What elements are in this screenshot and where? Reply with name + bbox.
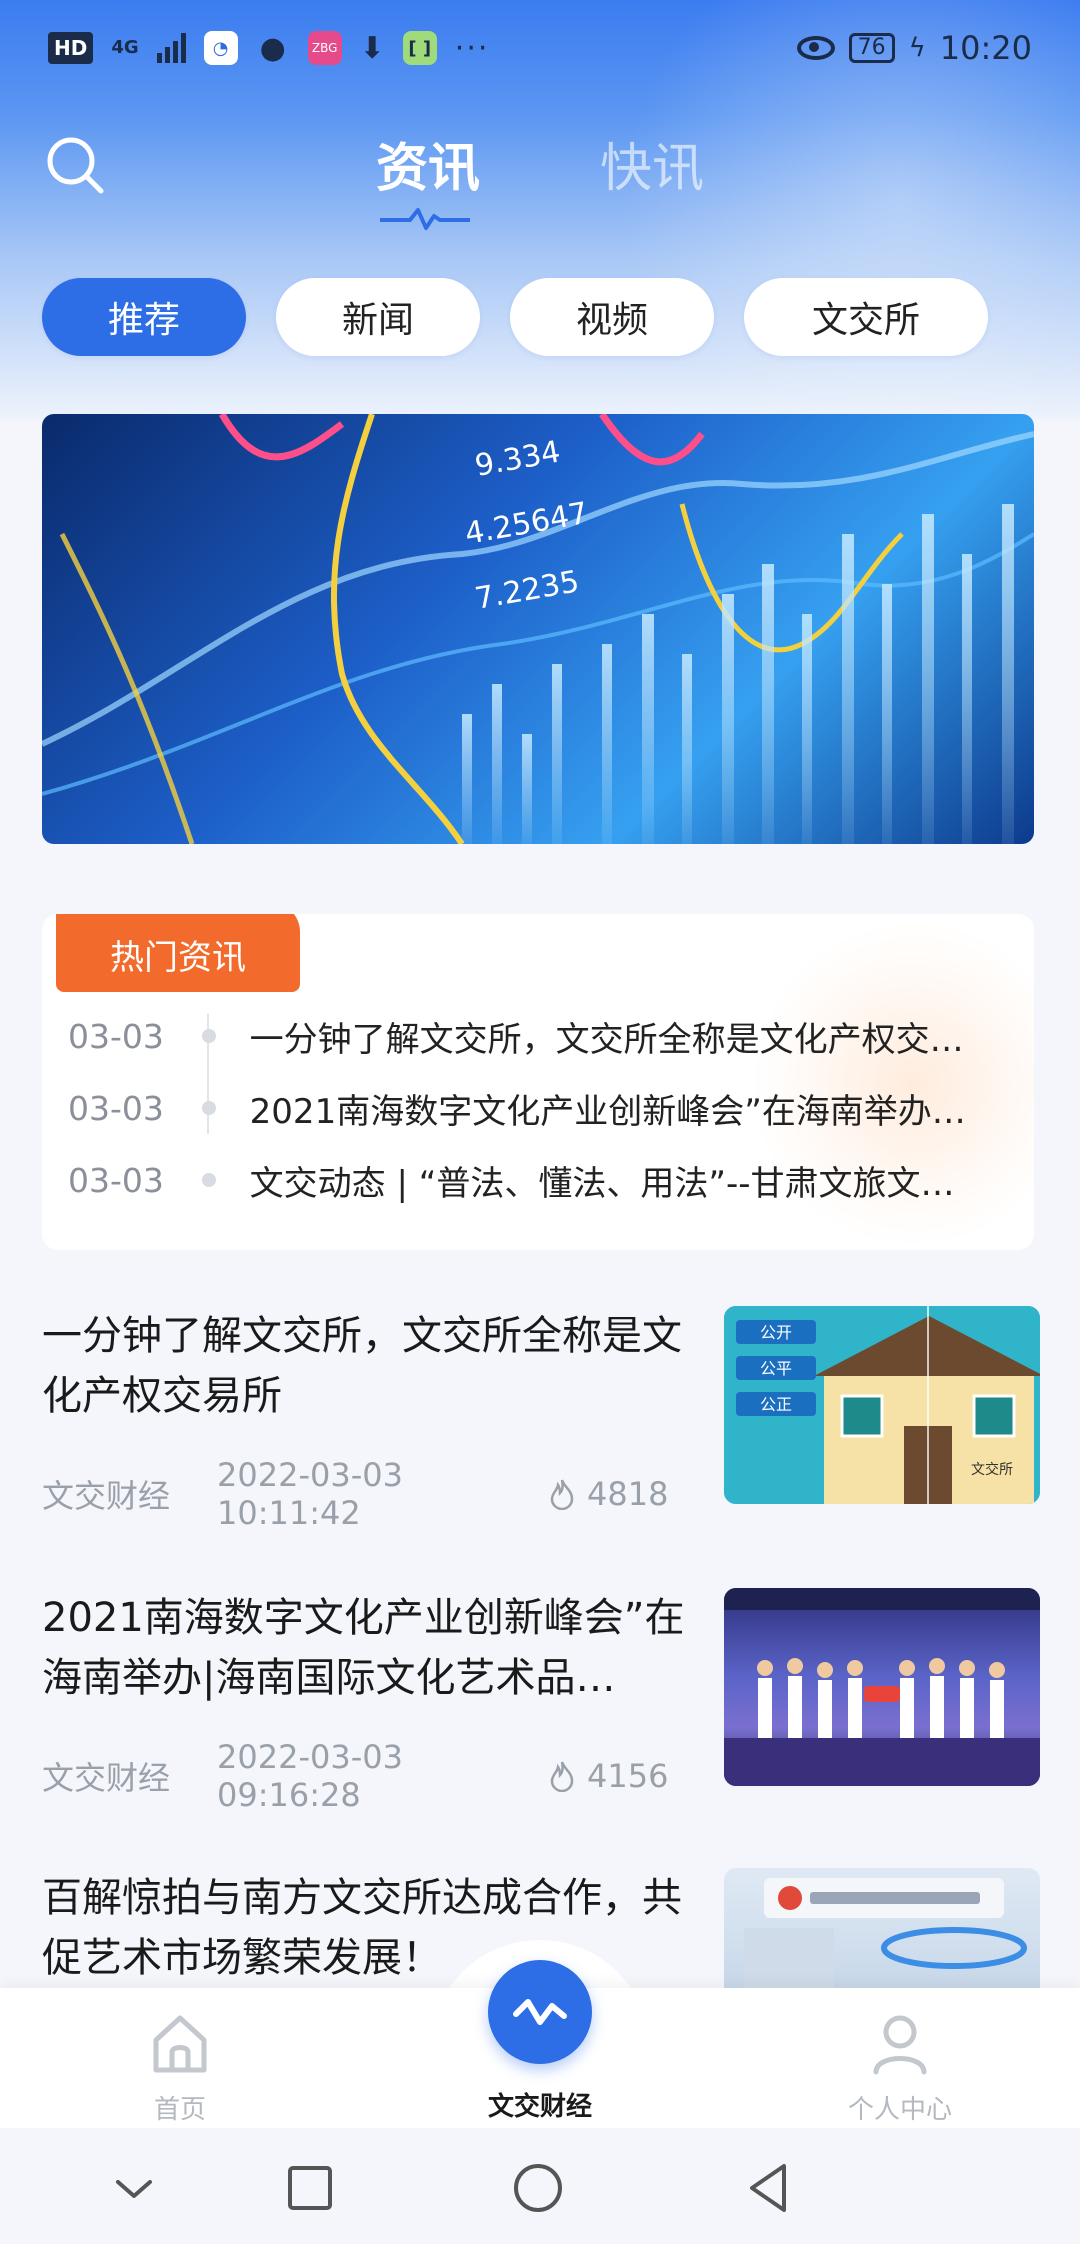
top-navigation: 资讯 快讯 [0, 120, 1080, 230]
article-item[interactable]: 一分钟了解文交所，文交所全称是文化产权交易所 文交财经 2022-03-03 1… [42, 1306, 1040, 1532]
hot-news-date: 03-03 [68, 1160, 164, 1200]
home-button-icon[interactable] [508, 2158, 568, 2218]
charging-icon: ϟ [908, 33, 926, 63]
hot-news-date: 03-03 [68, 1088, 164, 1128]
hot-news-title: 2021南海数字文化产业创新峰会”在海南举办… [249, 1091, 966, 1132]
nav-finance[interactable]: 文交财经 [440, 1960, 640, 2123]
chip-exchange[interactable]: 文交所 [744, 278, 988, 356]
timeline-dot [201, 1029, 216, 1043]
banner-image[interactable]: 9.334 4.25647 7.2235 [42, 414, 1034, 844]
user-icon [873, 2015, 927, 2075]
wave-icon [488, 1960, 592, 2064]
article-meta: 文交财经 2022-03-03 10:11:42 4818 [42, 1456, 702, 1532]
article-time: 2022-03-03 09:16:28 [217, 1738, 403, 1814]
hot-news-badge: 热门资讯 [56, 914, 300, 992]
article-views: 4156 [587, 1757, 669, 1795]
system-navigation-bar [0, 2128, 1080, 2244]
recents-icon[interactable] [280, 2158, 340, 2218]
banner-value-3: 7.2235 [472, 564, 581, 617]
article-views: 4818 [587, 1475, 669, 1513]
article-source: 文交财经 [42, 1477, 171, 1515]
app-notification-icon: ◔ [203, 31, 238, 65]
eye-comfort-icon [796, 36, 835, 60]
search-icon[interactable] [44, 134, 106, 196]
thumb-label: 公平 [760, 1359, 792, 1378]
nav-profile[interactable]: 个人中心 [800, 2012, 1000, 2126]
network-type: 4G [111, 37, 139, 58]
banner-value-1: 9.334 [472, 434, 563, 483]
signal-icon [156, 33, 186, 63]
zbg-app-icon: ZBG [307, 31, 342, 65]
hot-news-card: 热门资讯 03-03 一分钟了解文交所，文交所全称是文化产权交… 03-03 2… [42, 914, 1034, 1250]
tab-flash[interactable]: 快讯 [600, 126, 704, 201]
tab-news[interactable]: 资讯 [376, 126, 480, 201]
fire-icon [550, 1761, 574, 1792]
hot-news-title: 文交动态 | “普法、懂法、用法”--甘肃文旅文… [249, 1163, 955, 1204]
stock-chart-illustration: 9.334 4.25647 7.2235 [42, 414, 1034, 844]
more-notifications: ··· [454, 30, 490, 66]
hot-news-date: 03-03 [68, 1016, 164, 1056]
fire-icon [550, 1479, 574, 1510]
article-source: 文交财经 [42, 1759, 171, 1797]
thumb-label: 公正 [760, 1395, 792, 1414]
nav-home-label: 首页 [153, 2095, 206, 2125]
chat-icon: ● [259, 30, 286, 66]
hd-indicator: HD [48, 32, 94, 64]
timeline-dot [201, 1101, 216, 1115]
article-title: 2021南海数字文化产业创新峰会”在海南举办|海南国际文化艺术品… [42, 1595, 685, 1701]
nav-home[interactable]: 首页 [80, 2012, 280, 2126]
nav-profile-label: 个人中心 [847, 2095, 952, 2125]
category-chips: 推荐 新闻 视频 文交所 [42, 278, 988, 356]
article-title: 一分钟了解文交所，文交所全称是文化产权交易所 [42, 1313, 682, 1419]
nav-finance-label: 文交财经 [487, 2092, 592, 2122]
hot-news-item[interactable]: 03-03 2021南海数字文化产业创新峰会”在海南举办… [68, 1072, 1018, 1144]
banner-value-2: 4.25647 [462, 496, 590, 552]
article-meta: 文交财经 2022-03-03 09:16:28 4156 [42, 1738, 702, 1814]
hot-news-item[interactable]: 03-03 文交动态 | “普法、懂法、用法”--甘肃文旅文… [68, 1144, 1018, 1216]
battery-indicator: 76 [848, 33, 895, 63]
chip-video[interactable]: 视频 [510, 278, 714, 356]
chip-recommend[interactable]: 推荐 [42, 278, 246, 356]
article-thumbnail [724, 1588, 1040, 1786]
article-time: 2022-03-03 10:11:42 [217, 1456, 403, 1532]
chip-news[interactable]: 新闻 [276, 278, 480, 356]
thumb-label: 文交所 [971, 1461, 1013, 1478]
back-icon[interactable] [740, 2158, 800, 2218]
thumb-label: 公开 [760, 1323, 792, 1342]
hot-news-list: 03-03 一分钟了解文交所，文交所全称是文化产权交… 03-03 2021南海… [68, 1000, 1018, 1216]
download-icon: ⬇ [359, 30, 385, 66]
hot-news-title: 一分钟了解文交所，文交所全称是文化产权交… [249, 1019, 964, 1060]
hot-news-item[interactable]: 03-03 一分钟了解文交所，文交所全称是文化产权交… [68, 1000, 1018, 1072]
bracket-app-icon: [ ] [402, 31, 437, 65]
tab-indicator [380, 208, 470, 230]
status-bar: HD 4G ◔ ● ZBG ⬇ [ ] ··· 76 ϟ 10:20 [0, 0, 1080, 96]
collapse-icon[interactable] [104, 2158, 164, 2218]
timeline-dot [201, 1173, 216, 1187]
clock: 10:20 [939, 29, 1032, 67]
home-icon [153, 2015, 207, 2073]
article-thumbnail: 公开 公平 公正 文交所 [724, 1306, 1040, 1504]
article-item[interactable]: 2021南海数字文化产业创新峰会”在海南举办|海南国际文化艺术品… 文交财经 2… [42, 1588, 1040, 1814]
